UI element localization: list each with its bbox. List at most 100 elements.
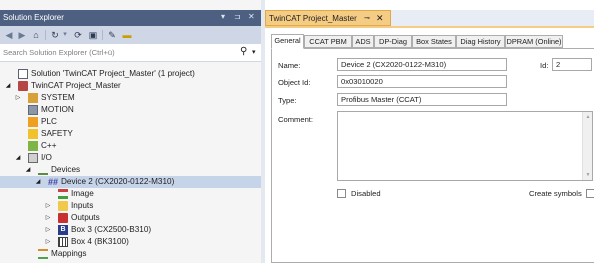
comment-textarea[interactable]: ▲ ▼ — [337, 111, 593, 181]
document-tabstrip: TwinCAT Project_Master ⊸ ✕ — [265, 10, 594, 26]
motion-icon — [28, 105, 38, 115]
close-tab-icon[interactable]: ✕ — [376, 13, 384, 24]
io-icon — [28, 153, 38, 163]
tree-item-label: Inputs — [71, 201, 94, 210]
twincat-project-icon — [18, 81, 28, 91]
tab-ads[interactable]: ADS — [352, 35, 374, 48]
tree-item-label: Mappings — [51, 249, 87, 258]
tree-item-label: SAFETY — [41, 129, 73, 138]
tab-diag-history[interactable]: Diag History — [456, 35, 505, 48]
tree-item-plc[interactable]: PLC — [0, 116, 261, 128]
toolbar-separator — [102, 30, 103, 40]
object-id-label: Object Id: — [278, 78, 311, 87]
forward-icon[interactable]: ▶ — [17, 29, 27, 41]
refresh-icon[interactable]: ⟳ — [73, 29, 83, 41]
tree-item-devices[interactable]: ◢ Devices — [0, 164, 261, 176]
tree-item-label: Solution 'TwinCAT Project_Master' (1 pro… — [31, 69, 195, 78]
tab-dp-diag[interactable]: DP-Diag — [374, 35, 412, 48]
profibus-device-icon: ## — [48, 177, 59, 187]
document-tab-twincat-project-master[interactable]: TwinCAT Project_Master ⊸ ✕ — [265, 10, 391, 26]
search-options-dropdown-icon[interactable]: ▾ — [252, 48, 256, 56]
collapsed-arrow-icon[interactable]: ▷ — [44, 237, 52, 247]
create-symbols-checkbox[interactable] — [586, 189, 594, 198]
tree-item-label: Device 2 (CX2020-0122-M310) — [61, 177, 175, 186]
device-tabs: General CCAT PBM ADS DP-Diag Box States … — [271, 34, 594, 49]
properties-icon[interactable]: ✎ — [107, 29, 117, 41]
toolbar-separator — [45, 30, 46, 40]
search-input[interactable]: Search Solution Explorer (Ctrl+ü) — [3, 48, 115, 57]
id-field[interactable]: 2 — [552, 58, 592, 71]
tree-item-label: Image — [71, 189, 94, 198]
tree-item-device-2[interactable]: ◢ ## Device 2 (CX2020-0122-M310) — [0, 176, 261, 188]
sync-icon[interactable]: ↻ — [50, 29, 60, 41]
tree-item-label: SYSTEM — [41, 93, 75, 102]
image-icon — [58, 189, 68, 199]
tree-item-motion[interactable]: MOTION — [0, 104, 261, 116]
tree-item-label: Box 4 (BK3100) — [71, 237, 129, 246]
expanded-arrow-icon[interactable]: ◢ — [24, 165, 32, 175]
tree-item-outputs[interactable]: ▷ Outputs — [0, 212, 261, 224]
tab-dpram-online[interactable]: DPRAM (Online) — [505, 35, 563, 48]
id-label: Id: — [540, 61, 549, 70]
solution-explorer-search[interactable]: Search Solution Explorer (Ctrl+ü) ⚲ ▾ — [0, 44, 261, 62]
safety-icon — [28, 129, 38, 139]
search-icon[interactable]: ⚲ — [240, 46, 247, 57]
type-field: Profibus Master (CCAT) — [337, 93, 507, 106]
collapsed-arrow-icon[interactable]: ▷ — [44, 225, 52, 235]
close-pane-icon[interactable]: ✕ — [248, 12, 255, 21]
expanded-arrow-icon[interactable]: ◢ — [14, 153, 22, 163]
document-window: TwinCAT Project_Master ⊸ ✕ General CCAT … — [265, 0, 594, 263]
name-field[interactable]: Device 2 (CX2020-0122-M310) — [337, 58, 507, 71]
box-icon: B — [58, 225, 68, 235]
preview-icon[interactable]: ▬ — [121, 29, 133, 41]
document-tab-title: TwinCAT Project_Master — [269, 14, 357, 23]
disabled-label: Disabled — [351, 189, 381, 198]
solution-icon — [18, 69, 28, 79]
window-position-dropdown-icon[interactable]: ▾ — [221, 12, 225, 21]
collapsed-arrow-icon[interactable]: ▷ — [14, 93, 22, 103]
home-icon[interactable]: ⌂ — [31, 29, 41, 41]
expanded-arrow-icon[interactable]: ◢ — [4, 81, 12, 91]
tree-item-project[interactable]: ◢ TwinCAT Project_Master — [0, 80, 261, 92]
name-label: Name: — [278, 61, 301, 70]
tab-ccat-pbm[interactable]: CCAT PBM — [304, 35, 352, 48]
scroll-up-icon[interactable]: ▲ — [583, 114, 593, 120]
tree-item-system[interactable]: ▷ SYSTEM — [0, 92, 261, 104]
disabled-checkbox[interactable] — [337, 189, 346, 198]
tree-item-io[interactable]: ◢ I/O — [0, 152, 261, 164]
tree-item-inputs[interactable]: ▷ Inputs — [0, 200, 261, 212]
tree-item-solution[interactable]: Solution 'TwinCAT Project_Master' (1 pro… — [0, 68, 261, 80]
solution-explorer-titlebar: Solution Explorer ▾ ⊐ ✕ — [0, 10, 261, 26]
expanded-arrow-icon[interactable]: ◢ — [34, 177, 42, 187]
sync-dropdown-icon[interactable]: ▾ — [61, 29, 69, 41]
inputs-icon — [58, 201, 68, 211]
tree-item-mappings[interactable]: Mappings — [0, 248, 261, 260]
solution-explorer-pane: Solution Explorer ▾ ⊐ ✕ ◀ ▶ ⌂ ↻ ▾ ⟳ ▣ ✎ … — [0, 0, 261, 263]
general-tab-panel: Name: Device 2 (CX2020-0122-M310) Id: 2 … — [271, 48, 594, 263]
type-label: Type: — [278, 96, 297, 105]
auto-hide-pin-icon[interactable]: ⊐ — [234, 12, 241, 21]
scroll-down-icon[interactable]: ▼ — [583, 172, 593, 178]
tree-item-label: TwinCAT Project_Master — [31, 81, 121, 90]
collapsed-arrow-icon[interactable]: ▷ — [44, 213, 52, 223]
tree-item-safety[interactable]: SAFETY — [0, 128, 261, 140]
tree-item-label: I/O — [41, 153, 52, 162]
tree-item-box-3[interactable]: ▷ B Box 3 (CX2500-B310) — [0, 224, 261, 236]
collapse-all-icon[interactable]: ▣ — [88, 29, 98, 41]
plc-icon — [28, 117, 38, 127]
outputs-icon — [58, 213, 68, 223]
back-icon[interactable]: ◀ — [4, 29, 14, 41]
create-symbols-label: Create symbols — [529, 189, 582, 198]
comment-scrollbar[interactable]: ▲ ▼ — [582, 112, 592, 180]
tree-item-box-4[interactable]: ▷ Box 4 (BK3100) — [0, 236, 261, 248]
tree-item-image[interactable]: Image — [0, 188, 261, 200]
tree-item-cpp[interactable]: C++ — [0, 140, 261, 152]
cpp-icon — [28, 141, 38, 151]
tab-general[interactable]: General — [271, 34, 304, 49]
collapsed-arrow-icon[interactable]: ▷ — [44, 201, 52, 211]
mappings-icon — [38, 249, 48, 259]
tab-box-states[interactable]: Box States — [412, 35, 456, 48]
comment-label: Comment: — [278, 115, 314, 124]
tree-item-label: MOTION — [41, 105, 74, 114]
pin-tab-icon[interactable]: ⊸ — [364, 14, 370, 22]
